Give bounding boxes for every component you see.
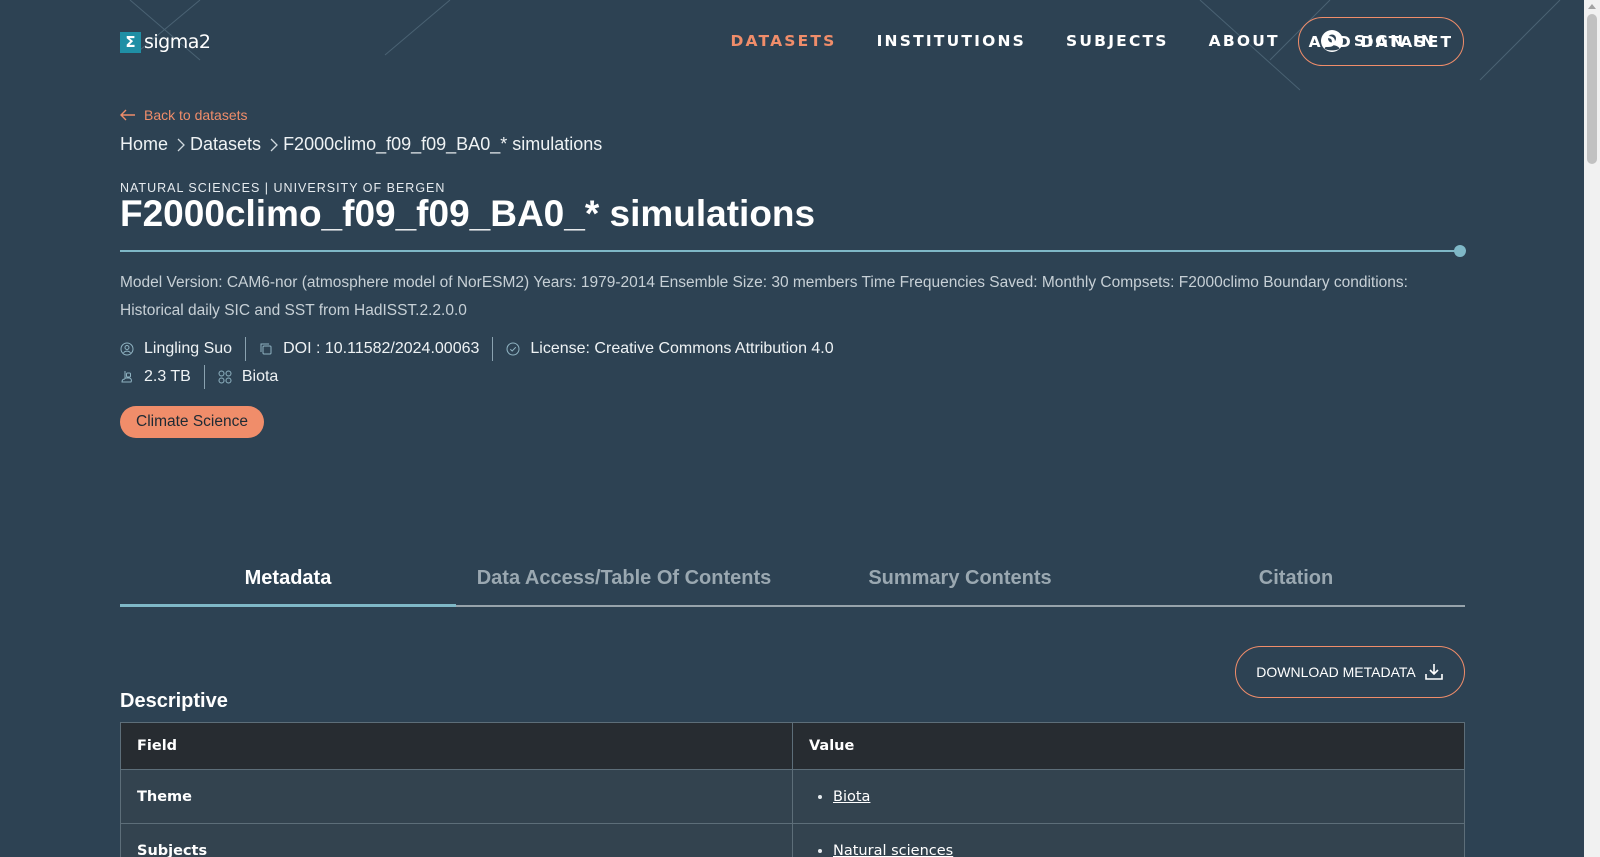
- back-label: Back to datasets: [144, 107, 248, 123]
- page-title: F2000climo_f09_f09_BA0_* simulations: [120, 193, 816, 234]
- dataset-description: Model Version: CAM6-nor (atmosphere mode…: [120, 274, 1408, 319]
- add-dataset-button[interactable]: ADD DATASET: [1298, 17, 1464, 66]
- meta-row-primary: Lingling Suo DOI : 10.11582/2024.00063 L…: [120, 337, 834, 361]
- meta-divider: [245, 337, 247, 361]
- copy-icon: [260, 343, 272, 355]
- scroll-thumb[interactable]: [1587, 14, 1597, 164]
- table-row: Subjects Natural sciences: [120, 823, 1465, 857]
- theme-item: Biota: [218, 368, 278, 386]
- scroll-up-arrow-icon[interactable]: [1588, 4, 1596, 9]
- tab-data-access[interactable]: Data Access/Table Of Contents: [456, 553, 792, 605]
- breadcrumb-datasets[interactable]: Datasets: [190, 134, 261, 155]
- license-item: License: Creative Commons Attribution 4.…: [506, 340, 834, 358]
- user-circle-icon: [120, 342, 134, 356]
- nav-datasets[interactable]: DATASETS: [730, 32, 836, 50]
- nav-about[interactable]: ABOUT: [1209, 32, 1280, 50]
- author-name: Lingling Suo: [144, 340, 233, 357]
- download-metadata-button[interactable]: DOWNLOAD METADATA: [1235, 646, 1465, 698]
- section-title-descriptive: Descriptive: [120, 690, 228, 712]
- tab-metadata[interactable]: Metadata: [120, 553, 456, 607]
- subject-tag[interactable]: Climate Science: [120, 406, 264, 438]
- check-circle-icon: [506, 342, 520, 356]
- sigma2-logo[interactable]: Σ sigma2: [120, 31, 211, 53]
- size-item: 2.3 TB: [120, 368, 191, 386]
- meta-divider: [492, 337, 494, 361]
- column-header-value: Value: [792, 722, 1465, 770]
- breadcrumb-current: F2000climo_f09_f09_BA0_* simulations: [283, 134, 603, 154]
- dataset-size: 2.3 TB: [144, 368, 191, 385]
- table-header-row: Field Value: [120, 722, 1465, 770]
- download-metadata-label: DOWNLOAD METADATA: [1256, 664, 1416, 680]
- theme-link[interactable]: Biota: [833, 789, 870, 805]
- tab-citation[interactable]: Citation: [1128, 553, 1464, 605]
- row-value: Biota: [792, 769, 1465, 824]
- title-divider-dot: [1454, 245, 1466, 257]
- breadcrumb: Home Datasets F2000climo_f09_f09_BA0_* s…: [120, 134, 602, 155]
- row-field: Subjects: [120, 823, 793, 857]
- meta-row-secondary: 2.3 TB Biota: [120, 365, 278, 389]
- nav-subjects[interactable]: SUBJECTS: [1066, 32, 1169, 50]
- doi-text: DOI : 10.11582/2024.00063: [283, 340, 480, 357]
- doi-item[interactable]: DOI : 10.11582/2024.00063: [259, 340, 479, 358]
- download-icon: [1424, 664, 1443, 680]
- license-text: License: Creative Commons Attribution 4.…: [530, 340, 834, 357]
- title-divider: [120, 250, 1460, 252]
- breadcrumb-home[interactable]: Home: [120, 134, 168, 155]
- metadata-table: Field Value Theme Biota Subjects Natural…: [120, 722, 1465, 857]
- author-item: Lingling Suo: [120, 340, 232, 358]
- column-header-field: Field: [120, 722, 793, 770]
- row-value: Natural sciences: [792, 823, 1465, 857]
- storage-hand-icon: [121, 371, 132, 383]
- table-row: Theme Biota: [120, 769, 1465, 824]
- grid-circles-icon: [218, 370, 232, 384]
- logo-text: sigma2: [144, 31, 211, 53]
- sigma-logo-icon: Σ: [120, 31, 141, 53]
- back-to-datasets-link[interactable]: Back to datasets: [120, 107, 248, 123]
- arrow-left-icon: [120, 109, 135, 121]
- dataset-theme: Biota: [241, 368, 279, 385]
- nav-institutions[interactable]: INSTITUTIONS: [877, 32, 1026, 50]
- subject-link[interactable]: Natural sciences: [833, 843, 953, 857]
- meta-divider: [203, 365, 205, 389]
- chevron-right-icon: [270, 138, 278, 151]
- dataset-tabs: Metadata Data Access/Table Of Contents S…: [120, 553, 1465, 607]
- site-header: Σ sigma2 DATASETS INSTITUTIONS SUBJECTS …: [0, 0, 1584, 82]
- chevron-right-icon: [177, 138, 185, 151]
- row-field: Theme: [120, 769, 793, 824]
- tab-summary-contents[interactable]: Summary Contents: [792, 553, 1128, 605]
- page-scrollbar[interactable]: [1584, 0, 1600, 857]
